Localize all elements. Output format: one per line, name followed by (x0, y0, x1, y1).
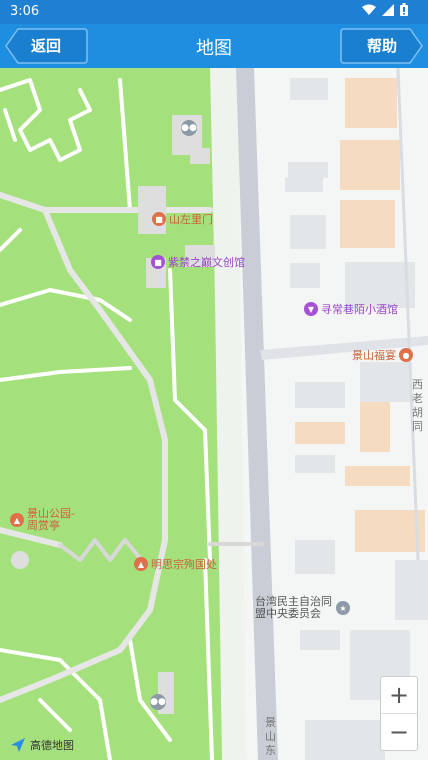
poi-label-line2: 周赏亭 (27, 519, 60, 532)
zoom-in-button[interactable]: + (381, 677, 417, 713)
battery-icon (400, 3, 408, 16)
signal-icon (382, 3, 394, 16)
poi-label: 明思宗殉国处 (151, 558, 217, 571)
bar-pin-icon: ▼ (304, 302, 318, 316)
restaurant-pin-icon: ● (399, 348, 413, 362)
poi-label: 台湾民主自治同 盟中央委员会 (255, 596, 332, 620)
poi-zhoushangting[interactable]: ▲ 景山公园- 周赏亭 (10, 508, 75, 532)
poi-label: 紫禁之巅文创馆 (168, 256, 245, 269)
poi-label-line2: 盟中央委员会 (255, 607, 321, 620)
map-logo-text: 高德地图 (30, 739, 74, 752)
wifi-icon (362, 4, 376, 15)
poi-xunchangxiangmo[interactable]: ▼ 寻常巷陌小酒馆 (304, 301, 398, 317)
poi-mingsizong[interactable]: ▲ 明思宗殉国处 (134, 556, 217, 572)
zoom-out-button[interactable]: − (381, 714, 417, 750)
map-canvas (0, 68, 428, 760)
poi-label: 寻常巷陌小酒馆 (321, 303, 398, 316)
help-button[interactable]: 帮助 (340, 27, 424, 64)
poi-label: 山左里门 (169, 213, 213, 226)
toilet-icon[interactable]: ●● (181, 120, 197, 136)
street-label-xilaohutong: 西老胡同 (412, 378, 423, 433)
poi-label: 景山公园- 周赏亭 (27, 508, 75, 532)
map-view[interactable]: ■ 山左里门 ■ 紫禁之巅文创馆 ▼ 寻常巷陌小酒馆 ● 景山福宴 ▲ 景山公园… (0, 68, 428, 760)
toilet-icon[interactable]: ●● (150, 694, 166, 710)
star-pin-icon: ★ (336, 601, 350, 615)
amap-logo-icon (11, 738, 25, 752)
status-time: 3:06 (10, 4, 40, 19)
poi-shanzuolimen[interactable]: ■ 山左里门 (152, 211, 213, 227)
status-icons (362, 3, 408, 16)
help-button-label: 帮助 (366, 36, 397, 55)
street-label-jingshandong: 景山东 (265, 716, 276, 757)
scenic-pin-icon: ▲ (134, 557, 148, 571)
poi-jingshanfuyan[interactable]: ● 景山福宴 (352, 347, 413, 363)
map-logo: 高德地图 (10, 737, 74, 753)
poi-taimeng[interactable]: ★ 台湾民主自治同 盟中央委员会 (255, 596, 350, 620)
gate-pin-icon: ■ (152, 212, 166, 226)
poi-zijinzhidian[interactable]: ■ 紫禁之巅文创馆 (151, 254, 245, 270)
shop-pin-icon: ■ (151, 255, 165, 269)
status-bar: 3:06 (0, 0, 428, 24)
scenic-pin-icon: ▲ (10, 513, 24, 527)
zoom-control: + − (380, 676, 418, 751)
poi-label: 景山福宴 (352, 349, 396, 362)
app-bar: 返回 地图 帮助 (0, 24, 428, 68)
